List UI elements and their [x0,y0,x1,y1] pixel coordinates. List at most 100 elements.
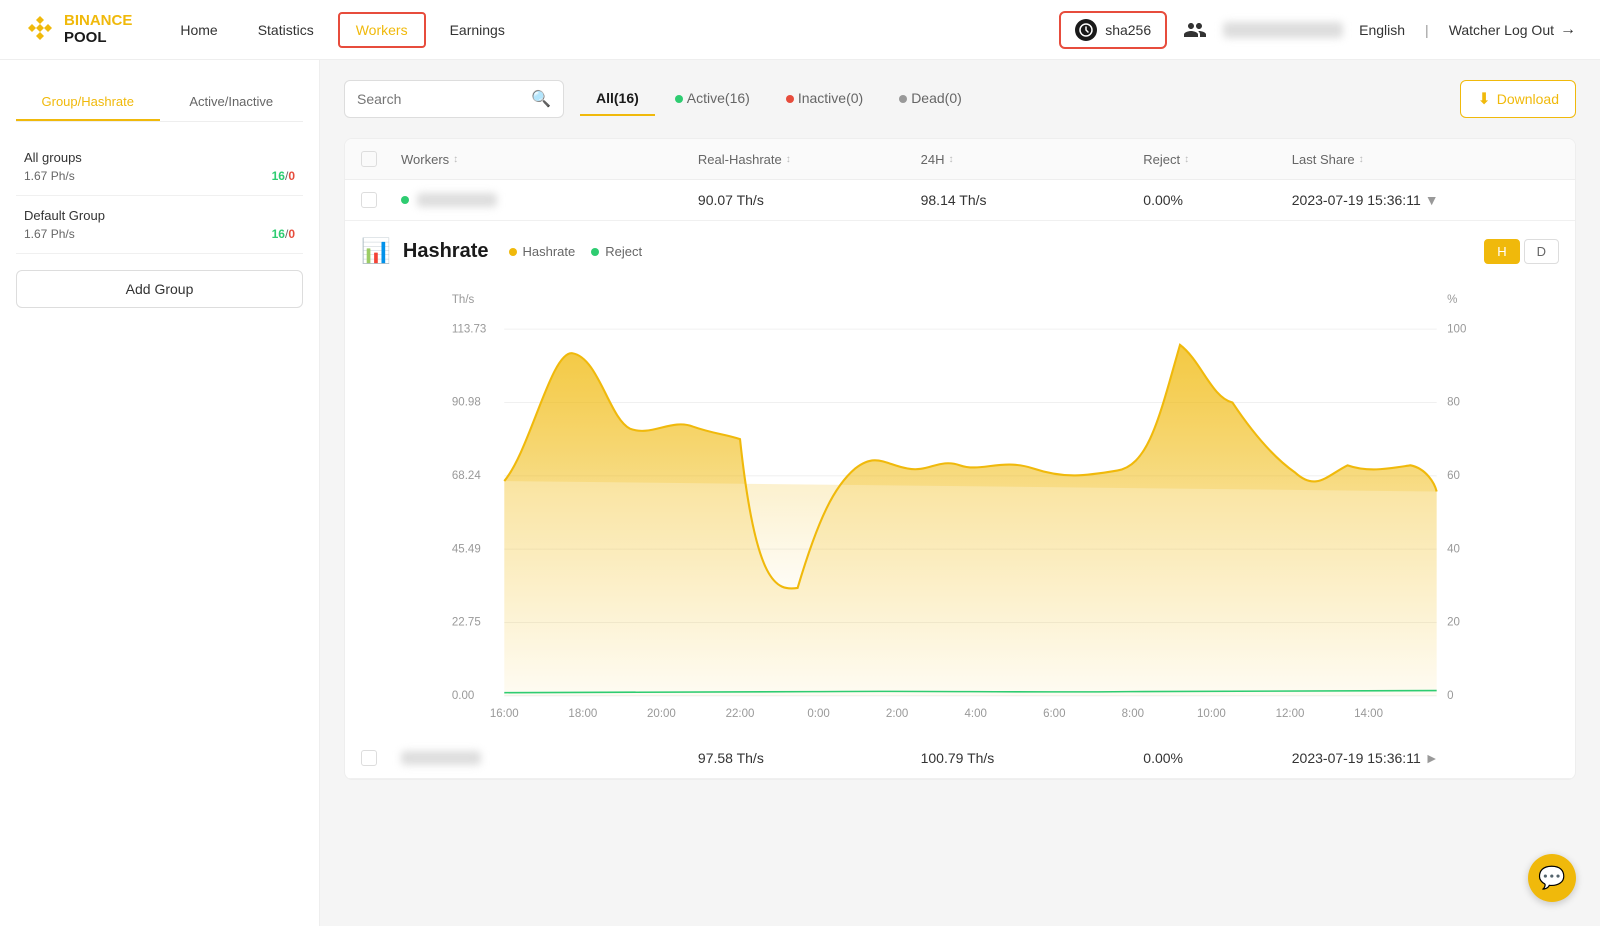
sidebar-tab-group-hashrate[interactable]: Group/Hashrate [16,84,160,121]
algo-name: sha256 [1105,22,1151,38]
last-share-sort-icon[interactable]: ↕ [1359,154,1364,165]
select-all-checkbox[interactable] [361,151,377,167]
real-hashrate-sort-icon[interactable]: ↕ [786,154,791,165]
svg-text:80: 80 [1447,397,1460,409]
filter-tab-all[interactable]: All(16) [580,82,655,116]
hashrate-svg: Th/s 113.73 90.98 68.24 45.49 22.75 0.00… [361,282,1559,722]
language-selector[interactable]: English [1359,22,1405,38]
sidebar: Group/Hashrate Active/Inactive All group… [0,60,320,926]
worker-name [401,751,481,765]
table-row: 90.07 Th/s 98.14 Th/s 0.00% 2023-07-19 1… [345,180,1575,221]
svg-text:18:00: 18:00 [568,708,597,720]
search-icon: 🔍 [531,89,551,109]
svg-text:6:00: 6:00 [1043,708,1065,720]
svg-text:20: 20 [1447,617,1460,629]
table-header: Workers ↕ Real-Hashrate ↕ 24H ↕ Reject ↕… [345,139,1575,180]
group-default-hashrate: 1.67 Ph/s [24,227,75,241]
active-dot [675,95,683,103]
page-wrapper: Group/Hashrate Active/Inactive All group… [0,0,1600,926]
worker-name [417,193,497,207]
row1-real-hashrate: 90.07 Th/s [698,192,921,208]
nav-workers[interactable]: Workers [338,12,426,48]
chat-button[interactable]: 💬 [1528,854,1576,902]
row2-dropdown-icon[interactable]: ► [1425,750,1439,766]
group-all-name: All groups [24,150,295,165]
svg-text:2:00: 2:00 [886,708,908,720]
chart-area: Th/s 113.73 90.98 68.24 45.49 22.75 0.00… [361,282,1559,722]
watcher-logout-button[interactable]: Watcher Log Out → [1449,21,1576,39]
svg-text:22.75: 22.75 [452,617,481,629]
logout-icon: → [1560,21,1576,39]
logo[interactable]: BINANCE POOL [24,13,132,46]
svg-text:8:00: 8:00 [1122,708,1144,720]
svg-text:90.98: 90.98 [452,397,481,409]
col-header-real-hashrate: Real-Hashrate ↕ [698,151,921,167]
row2-last-share: 2023-07-19 15:36:11 ► [1292,750,1559,766]
logo-line2: POOL [64,30,132,47]
filter-tab-dead[interactable]: Dead(0) [883,82,978,116]
group-all-inactive-count: 0 [288,169,295,183]
legend-hashrate: Hashrate [509,244,576,259]
chart-icon: 📊 [361,237,391,266]
nav-home[interactable]: Home [164,14,233,46]
chart-legend: Hashrate Reject [509,244,643,259]
svg-text:0: 0 [1447,690,1453,702]
24h-sort-icon[interactable]: ↕ [948,154,953,165]
search-input[interactable] [357,91,523,107]
col-header-workers: Workers ↕ [401,151,698,167]
workers-sort-icon[interactable]: ↕ [453,154,458,165]
account-info [1223,22,1343,38]
svg-text:0.00: 0.00 [452,690,474,702]
svg-text:40: 40 [1447,543,1460,555]
row1-last-share: 2023-07-19 15:36:11 ▼ [1292,192,1559,208]
svg-text:100: 100 [1447,323,1466,335]
filter-tab-inactive[interactable]: Inactive(0) [770,82,879,116]
legend-reject: Reject [591,244,642,259]
row1-reject: 0.00% [1143,192,1291,208]
svg-text:60: 60 [1447,470,1460,482]
row1-dropdown-icon[interactable]: ▼ [1425,192,1439,208]
row2-24h: 100.79 Th/s [921,750,1144,766]
filter-tab-active[interactable]: Active(16) [659,82,766,116]
header-right: sha256 English | Watcher Log Out → [1059,11,1576,49]
row1-checkbox[interactable] [361,192,377,208]
hashrate-chart-container: 📊 Hashrate Hashrate Reject H [345,221,1575,738]
period-h-button[interactable]: H [1484,239,1519,264]
svg-text:4:00: 4:00 [965,708,987,720]
chart-header: 📊 Hashrate Hashrate Reject H [361,237,1559,266]
sidebar-tabs: Group/Hashrate Active/Inactive [16,84,303,122]
nav-statistics[interactable]: Statistics [242,14,330,46]
svg-text:Th/s: Th/s [452,294,475,306]
svg-text:16:00: 16:00 [490,708,519,720]
svg-text:12:00: 12:00 [1276,708,1305,720]
svg-text:14:00: 14:00 [1354,708,1383,720]
main-nav: Home Statistics Workers Earnings [164,12,521,48]
sidebar-tab-active-inactive[interactable]: Active/Inactive [160,84,304,121]
row1-24h: 98.14 Th/s [921,192,1144,208]
hashrate-legend-dot [509,248,517,256]
col-header-reject: Reject ↕ [1143,151,1291,167]
algo-icon [1075,19,1097,41]
group-default-name: Default Group [24,208,295,223]
group-item-all[interactable]: All groups 1.67 Ph/s 16/0 [16,138,303,196]
logo-line1: BINANCE [64,12,132,29]
period-d-button[interactable]: D [1524,239,1559,264]
search-box[interactable]: 🔍 [344,80,564,118]
chart-title: Hashrate [403,240,489,263]
row2-reject: 0.00% [1143,750,1291,766]
group-all-hashrate: 1.67 Ph/s [24,169,75,183]
dead-dot [899,95,907,103]
row2-checkbox[interactable] [361,750,377,766]
svg-text:45.49: 45.49 [452,543,481,555]
download-icon: ⬇ [1477,89,1490,109]
reject-sort-icon[interactable]: ↕ [1184,154,1189,165]
download-button[interactable]: ⬇ Download [1460,80,1576,118]
svg-text:10:00: 10:00 [1197,708,1226,720]
nav-earnings[interactable]: Earnings [434,14,521,46]
header: BINANCE POOL Home Statistics Workers Ear… [0,0,1600,60]
users-icon[interactable] [1183,18,1207,42]
algo-selector[interactable]: sha256 [1059,11,1167,49]
add-group-button[interactable]: Add Group [16,270,303,308]
group-item-default[interactable]: Default Group 1.67 Ph/s 16/0 [16,196,303,254]
inactive-dot [786,95,794,103]
